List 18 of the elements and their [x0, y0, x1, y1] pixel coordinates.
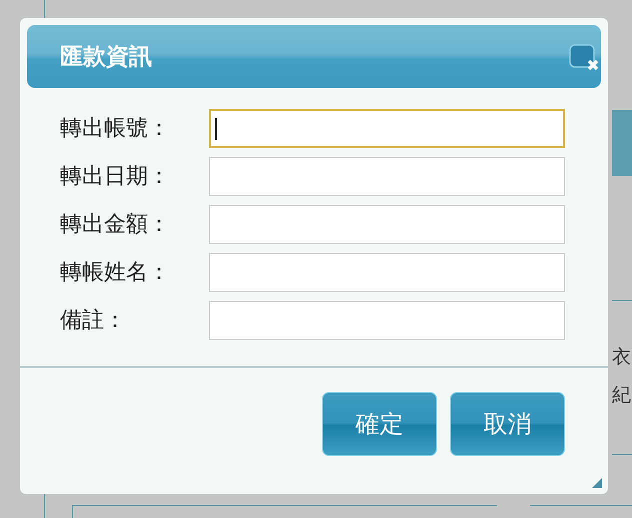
field-label: 轉出帳號：	[60, 115, 171, 143]
input-field[interactable]	[209, 252, 565, 292]
background-text: 衣	[612, 348, 631, 367]
input-field[interactable]	[209, 300, 565, 340]
cancel-button[interactable]: 取消	[450, 392, 565, 456]
field-label: 轉出日期：	[60, 163, 171, 191]
field-label: 轉出金額：	[60, 211, 171, 239]
close-icon[interactable]	[569, 44, 599, 72]
resize-grip-icon[interactable]	[592, 478, 602, 488]
input-field[interactable]	[209, 204, 565, 244]
background-text: 紀	[612, 386, 631, 405]
panel-block	[612, 110, 632, 176]
field-label: 備註：	[60, 307, 127, 335]
field-label: 轉帳姓名：	[60, 259, 171, 287]
input-field[interactable]	[209, 108, 565, 148]
input-field[interactable]	[209, 156, 565, 196]
dialog-title: 匯款資訊	[60, 43, 152, 72]
confirm-button[interactable]: 確定	[322, 392, 437, 456]
